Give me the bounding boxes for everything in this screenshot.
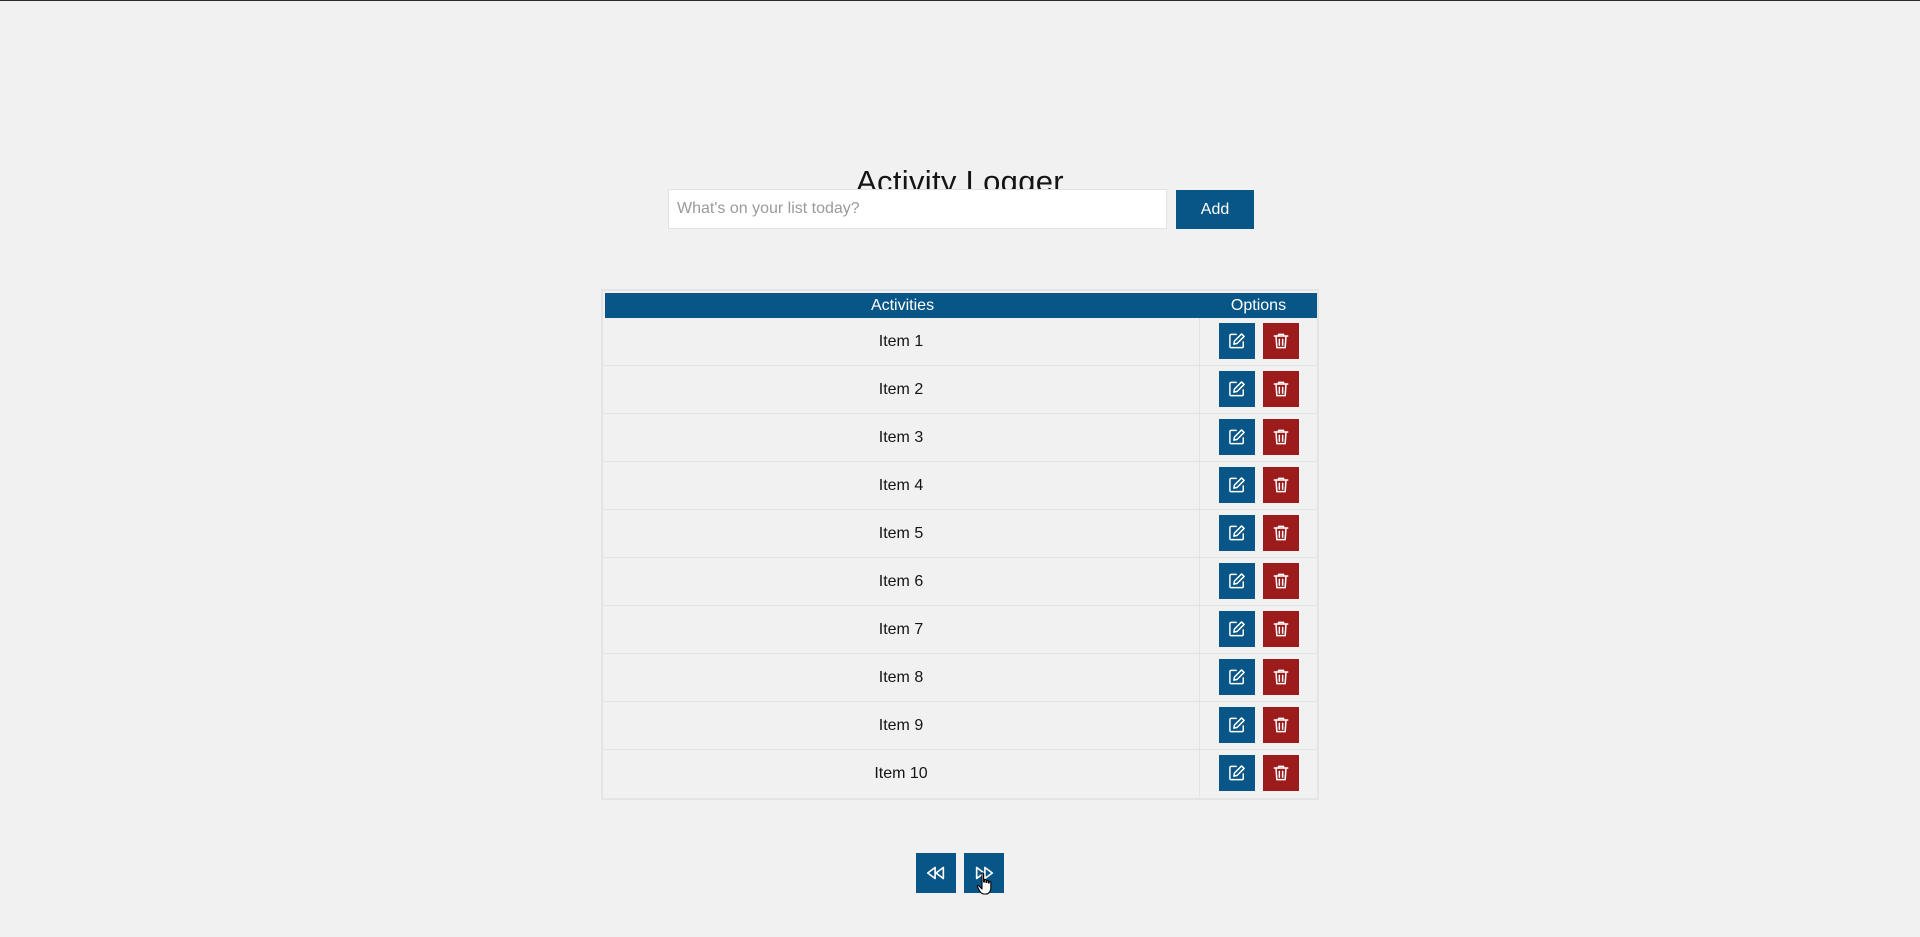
activity-cell: Item 1 bbox=[603, 318, 1200, 365]
activity-logger-app: Activity Logger Add Activities Options I… bbox=[0, 0, 1920, 937]
edit-icon bbox=[1227, 475, 1247, 495]
edit-button[interactable] bbox=[1219, 419, 1255, 455]
previous-page-button[interactable] bbox=[916, 853, 956, 893]
delete-button[interactable] bbox=[1263, 323, 1299, 359]
trash-icon bbox=[1271, 427, 1291, 447]
edit-icon bbox=[1227, 523, 1247, 543]
options-cell bbox=[1200, 654, 1317, 701]
activity-cell: Item 5 bbox=[603, 510, 1200, 557]
table-row: Item 9 bbox=[603, 702, 1317, 750]
options-cell bbox=[1200, 366, 1317, 413]
activity-cell: Item 4 bbox=[603, 462, 1200, 509]
options-cell bbox=[1200, 462, 1317, 509]
delete-button[interactable] bbox=[1263, 563, 1299, 599]
edit-icon bbox=[1227, 379, 1247, 399]
delete-button[interactable] bbox=[1263, 515, 1299, 551]
trash-icon bbox=[1271, 379, 1291, 399]
table-row: Item 2 bbox=[603, 366, 1317, 414]
trash-icon bbox=[1271, 523, 1291, 543]
options-cell bbox=[1200, 750, 1317, 797]
activity-cell: Item 6 bbox=[603, 558, 1200, 605]
options-cell bbox=[1200, 510, 1317, 557]
edit-icon bbox=[1227, 619, 1247, 639]
table-row: Item 4 bbox=[603, 462, 1317, 510]
table-row: Item 8 bbox=[603, 654, 1317, 702]
edit-icon bbox=[1227, 763, 1247, 783]
add-button[interactable]: Add bbox=[1176, 190, 1254, 229]
delete-button[interactable] bbox=[1263, 659, 1299, 695]
activity-cell: Item 9 bbox=[603, 702, 1200, 749]
delete-button[interactable] bbox=[1263, 371, 1299, 407]
activity-cell: Item 10 bbox=[603, 750, 1200, 797]
table-body: Item 1 Item 2 Item 3 Item 4 Item 5 Item 6 Item… bbox=[603, 318, 1317, 797]
edit-button[interactable] bbox=[1219, 707, 1255, 743]
edit-button[interactable] bbox=[1219, 323, 1255, 359]
trash-icon bbox=[1271, 763, 1291, 783]
fast-forward-icon bbox=[973, 862, 995, 884]
trash-icon bbox=[1271, 619, 1291, 639]
table-row: Item 7 bbox=[603, 606, 1317, 654]
edit-icon bbox=[1227, 571, 1247, 591]
next-page-button[interactable] bbox=[964, 853, 1004, 893]
edit-button[interactable] bbox=[1219, 611, 1255, 647]
edit-icon bbox=[1227, 715, 1247, 735]
rewind-icon bbox=[925, 862, 947, 884]
options-cell bbox=[1200, 318, 1317, 365]
edit-icon bbox=[1227, 427, 1247, 447]
options-cell bbox=[1200, 414, 1317, 461]
table-header: Activities Options bbox=[605, 293, 1317, 318]
edit-button[interactable] bbox=[1219, 563, 1255, 599]
trash-icon bbox=[1271, 715, 1291, 735]
edit-button[interactable] bbox=[1219, 515, 1255, 551]
trash-icon bbox=[1271, 475, 1291, 495]
activity-cell: Item 3 bbox=[603, 414, 1200, 461]
delete-button[interactable] bbox=[1263, 467, 1299, 503]
trash-icon bbox=[1271, 331, 1291, 351]
header-options: Options bbox=[1230, 297, 1287, 314]
edit-icon bbox=[1227, 667, 1247, 687]
delete-button[interactable] bbox=[1263, 611, 1299, 647]
activity-cell: Item 2 bbox=[603, 366, 1200, 413]
activity-input[interactable] bbox=[668, 189, 1167, 229]
options-cell bbox=[1200, 702, 1317, 749]
edit-icon bbox=[1227, 331, 1247, 351]
delete-button[interactable] bbox=[1263, 707, 1299, 743]
table-row: Item 1 bbox=[603, 318, 1317, 366]
delete-button[interactable] bbox=[1263, 755, 1299, 791]
activities-table: Activities Options Item 1 Item 2 Item 3 Ite… bbox=[601, 289, 1319, 800]
table-row: Item 3 bbox=[603, 414, 1317, 462]
header-activities: Activities bbox=[870, 297, 935, 314]
trash-icon bbox=[1271, 667, 1291, 687]
table-row: Item 6 bbox=[603, 558, 1317, 606]
delete-button[interactable] bbox=[1263, 419, 1299, 455]
table-row: Item 10 bbox=[603, 750, 1317, 797]
table-row: Item 5 bbox=[603, 510, 1317, 558]
edit-button[interactable] bbox=[1219, 371, 1255, 407]
activity-cell: Item 8 bbox=[603, 654, 1200, 701]
edit-button[interactable] bbox=[1219, 467, 1255, 503]
edit-button[interactable] bbox=[1219, 755, 1255, 791]
activity-cell: Item 7 bbox=[603, 606, 1200, 653]
options-cell bbox=[1200, 558, 1317, 605]
options-cell bbox=[1200, 606, 1317, 653]
trash-icon bbox=[1271, 571, 1291, 591]
edit-button[interactable] bbox=[1219, 659, 1255, 695]
